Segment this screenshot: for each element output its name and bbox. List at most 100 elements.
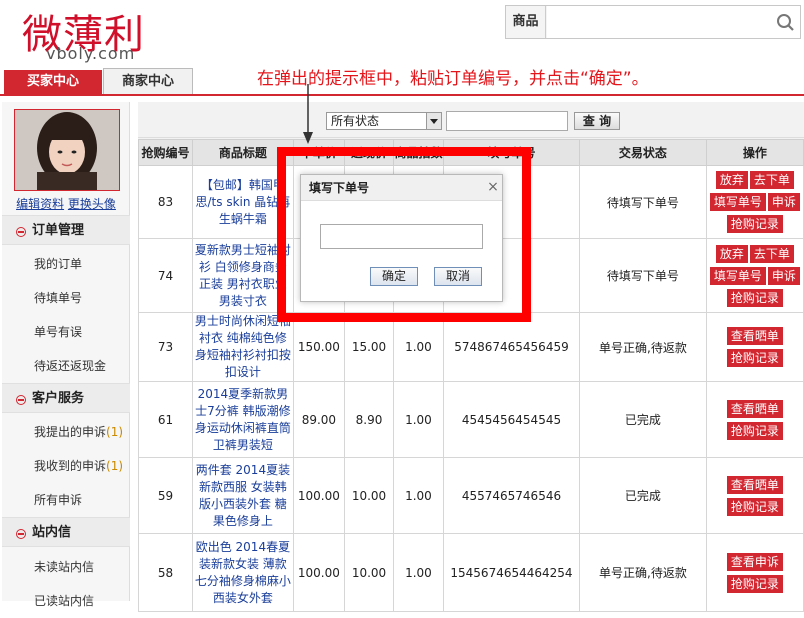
cell-order-no: 574867465456459 [442,312,581,382]
cell-status: 已完成 [579,457,707,534]
query-input[interactable] [446,111,568,131]
cell-status: 待填写下单号 [579,165,707,239]
nav-section-customer-service[interactable]: 客户服务 [2,383,130,413]
sidebar: 编辑资料 更换头像 订单管理 我的订单 待填单号 单号有误 待返还返现金 客户服… [2,102,130,608]
nav-section-messages[interactable]: 站内信 [2,517,130,547]
action-button[interactable]: 放弃 [715,171,748,189]
avatar-links: 编辑资料 更换头像 [2,195,130,212]
logo-subtitle: vboly.com [46,44,136,63]
dialog-title: 填写下单号 [301,175,502,201]
nav-item-unread-messages[interactable]: 未读站内信 [2,550,130,584]
nav-item-read-messages[interactable]: 已读站内信 [2,584,130,618]
cell-id: 73 [138,312,193,382]
action-button[interactable]: 去下单 [749,171,794,189]
cell-id: 74 [138,238,193,313]
nav-item-pending-order-no[interactable]: 待填单号 [2,281,130,315]
cell-title[interactable]: 2014夏季新款男士7分裤 韩版潮修身运动休闲裤直筒卫裤男装短 [192,381,294,458]
search-box: 商品 [505,5,801,39]
query-button[interactable]: 查 询 [574,112,620,130]
cell-qty: 1.00 [393,312,444,382]
nav-item-my-complaints[interactable]: 我提出的申诉(1) [2,415,130,449]
cell-actions: 查看申诉 抢购记录 [705,533,804,612]
cell-id: 59 [138,457,193,534]
action-button[interactable]: 填写单号 [709,266,766,285]
confirm-button[interactable]: 确定 [370,267,418,286]
search-input[interactable] [547,6,772,38]
nav-item-count: (1) [106,459,124,473]
nav-item-all-complaints[interactable]: 所有申诉 [2,483,130,517]
action-button[interactable]: 抢购记录 [726,349,783,367]
edit-profile-link[interactable]: 编辑资料 [16,197,64,211]
search-category-label[interactable]: 商品 [506,6,546,38]
order-number-input[interactable] [320,224,483,249]
action-button[interactable]: 申诉 [767,266,800,285]
tab-buyer-center[interactable]: 买家中心 [4,70,102,94]
cell-title[interactable]: 欧出色 2014春夏装新款女装 薄款七分袖修身棉麻小西装女外套 [192,533,294,612]
status-select-value: 所有状态 [331,114,380,128]
chevron-down-icon [426,113,441,129]
tab-divider [0,94,804,96]
cell-order-no: 4557465746546 [442,457,581,534]
nav-item-wrong-order-no[interactable]: 单号有误 [2,315,130,349]
action-button[interactable]: 抢购记录 [726,215,783,233]
cell-status: 待填写下单号 [579,238,707,313]
avatar-photo [15,110,119,190]
arrow-down-icon [303,84,313,144]
nav-item-label: 待填单号 [34,291,83,305]
table-row: 58 欧出色 2014春夏装新款女装 薄款七分袖修身棉麻小西装女外套 100.00 1… [138,533,804,612]
cancel-button[interactable]: 取消 [434,267,482,286]
cell-id: 83 [138,165,193,239]
cell-price: 100.00 [292,457,345,534]
site-logo[interactable]: 微薄利 vboly.com [10,2,170,64]
search-icon [777,14,794,31]
col-header: 抢购编号 [138,139,193,166]
cell-qty: 1.00 [393,533,444,612]
search-button[interactable] [772,6,800,38]
nav-item-received-complaints[interactable]: 我收到的申诉(1) [2,449,130,483]
cell-price: 150.00 [292,312,345,382]
action-button[interactable]: 抢购记录 [726,574,783,593]
status-select[interactable]: 所有状态 [326,112,442,130]
cell-cashback: 10.00 [343,457,395,534]
action-button[interactable]: 去下单 [749,244,794,263]
nav-item-label: 未读站内信 [34,560,95,574]
cell-status: 单号正确,待返款 [579,533,707,612]
tab-seller-center[interactable]: 商家中心 [103,68,193,96]
avatar[interactable] [14,109,120,191]
nav-section-order-management[interactable]: 订单管理 [2,215,130,245]
cell-actions: 查看晒单 抢购记录 [705,457,804,534]
cell-actions: 放弃 去下单填写单号 申诉抢购记录 [705,238,804,313]
action-button[interactable]: 抢购记录 [726,497,783,516]
nav-item-label: 我提出的申诉 [34,425,107,439]
collapse-icon [16,227,26,237]
action-button[interactable]: 查看晒单 [726,475,783,494]
cell-order-no: 1545674654464254 [442,533,581,612]
cell-price: 100.00 [292,533,345,612]
table-row: 73 男士时尚休闲短袖衬衣 纯棉纯色修身短袖衬衫衬扣按扣设计 150.00 15.00… [138,312,804,382]
action-button[interactable]: 申诉 [767,193,800,211]
order-number-dialog: 填写下单号 × 确定 取消 [300,174,503,302]
close-icon[interactable]: × [486,179,500,195]
nav-section-title: 站内信 [32,525,72,540]
action-button[interactable]: 查看晒单 [726,327,783,345]
nav-item-my-orders[interactable]: 我的订单 [2,247,130,281]
action-button[interactable]: 抢购记录 [726,421,783,440]
action-button[interactable]: 填写单号 [709,193,766,211]
cell-cashback: 15.00 [343,312,395,382]
cell-title[interactable]: 两件套 2014夏装新款西服 女装韩版小西装外套 糖果色修身上 [192,457,294,534]
action-button[interactable]: 查看申诉 [726,552,783,571]
change-avatar-link[interactable]: 更换头像 [68,197,116,211]
cell-qty: 1.00 [393,381,444,458]
cell-id: 58 [138,533,193,612]
cell-title[interactable]: 男士时尚休闲短袖衬衣 纯棉纯色修身短袖衬衫衬扣按扣设计 [192,312,294,382]
nav-item-pending-cashback[interactable]: 待返还返现金 [2,349,130,383]
table-row: 61 2014夏季新款男士7分裤 韩版潮修身运动休闲裤直筒卫裤男装短 89.00 8.… [138,381,804,458]
col-header: 操作 [705,139,804,166]
nav-section-title: 订单管理 [32,223,85,238]
action-button[interactable]: 放弃 [715,244,748,263]
table-row: 59 两件套 2014夏装新款西服 女装韩版小西装外套 糖果色修身上 100.00 1… [138,457,804,534]
action-button[interactable]: 抢购记录 [726,288,783,307]
col-header: 交易状态 [579,139,707,166]
action-button[interactable]: 查看晒单 [726,399,783,418]
cell-cashback: 10.00 [343,533,395,612]
